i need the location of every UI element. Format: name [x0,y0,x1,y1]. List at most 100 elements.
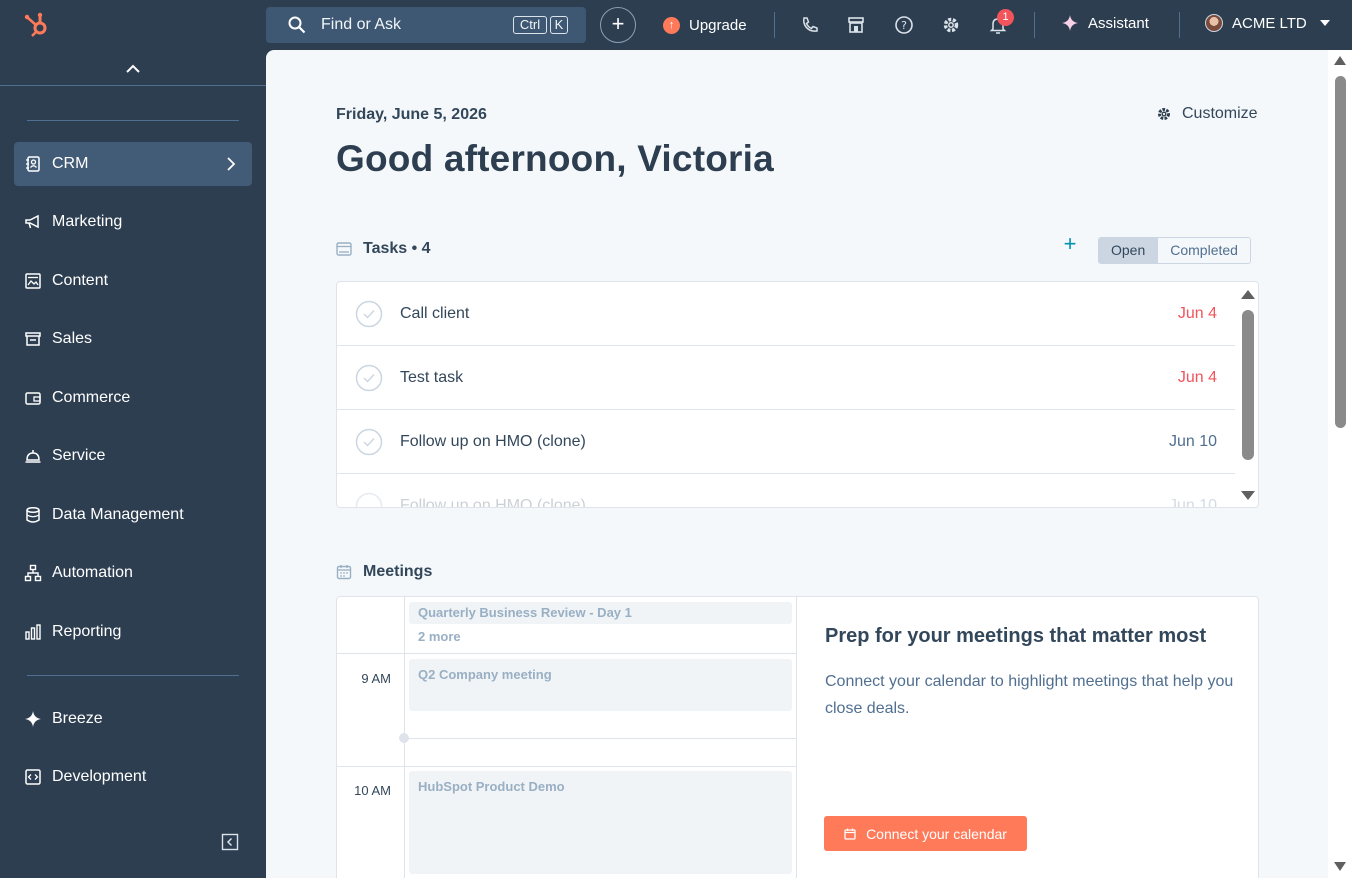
sidebar-item-development[interactable]: Development [14,755,252,799]
sidebar-item-automation[interactable]: Automation [14,551,252,595]
account-menu[interactable]: ACME LTD [1205,14,1330,32]
scrollbar-thumb[interactable] [1242,310,1254,460]
table-row[interactable]: Test task Jun 4 [337,346,1235,410]
task-due-date: Jun 10 [1168,433,1217,450]
task-due-date: Jun 4 [1177,305,1217,322]
sidebar-item-breeze[interactable]: Breeze [14,697,252,741]
scroll-up-arrow-icon[interactable] [1334,56,1346,65]
tasks-section-title: Tasks • 4 [336,240,431,258]
tasks-list: Call client Jun 4 Test task Jun 4 Follow… [336,281,1259,508]
sales-icon [25,332,41,346]
search-icon [288,16,306,34]
calendar-icon [844,828,856,840]
upgrade-button[interactable]: ↑ Upgrade [663,14,747,36]
collapse-sidebar-icon[interactable] [221,833,239,851]
sidebar-item-marketing[interactable]: Marketing [14,200,252,244]
calendar-event[interactable]: HubSpot Product Demo [409,771,792,874]
sidebar-item-label: Breeze [52,710,103,727]
wallet-icon [25,392,41,405]
complete-task-checkbox[interactable] [355,300,383,328]
task-name[interactable]: Call client [400,305,469,323]
time-marker [399,733,409,743]
settings-gear-icon [1158,108,1170,120]
create-new-button[interactable]: + [600,7,636,43]
megaphone-icon [25,214,39,229]
chevron-up-icon[interactable] [124,60,142,78]
sidebar-item-content[interactable]: Content [14,259,252,303]
chevron-right-icon [227,157,236,171]
divider [27,120,239,121]
top-navigation-bar: Find or Ask Ctrl K + ↑ Upgrade ? 1 Assis… [0,0,1352,50]
workflow-icon [24,564,42,582]
sparkle-icon [1062,15,1078,31]
search-placeholder: Find or Ask [321,16,402,33]
divider [1034,12,1035,38]
page-title: Good afternoon, Victoria [336,138,774,179]
sidebar-item-commerce[interactable]: Commerce [14,376,252,420]
marketplace-icon[interactable] [846,15,866,35]
connect-calendar-button[interactable]: Connect your calendar [824,816,1027,851]
more-events-link[interactable]: 2 more [418,629,461,644]
sidebar-item-label: Service [52,447,106,464]
sidebar-item-crm[interactable]: CRM [14,142,252,186]
prep-title: Prep for your meetings that matter most [825,625,1207,647]
help-icon[interactable]: ? [894,15,914,35]
scroll-up-arrow-icon[interactable] [1241,290,1255,299]
tab-open[interactable]: Open [1099,238,1159,263]
tab-completed[interactable]: Completed [1158,238,1250,263]
settings-gear-icon[interactable] [941,15,961,35]
task-due-date: Jun 4 [1177,369,1217,386]
sidebar-item-label: Automation [52,564,133,581]
allday-event[interactable]: Quarterly Business Review - Day 1 [409,602,792,624]
hubspot-logo-icon[interactable] [22,10,52,40]
assistant-button[interactable]: Assistant [1061,14,1149,32]
divider [337,653,797,654]
connect-calendar-label: Connect your calendar [866,825,1007,842]
complete-task-checkbox[interactable] [355,428,383,456]
sidebar-item-reporting[interactable]: Reporting [14,610,252,654]
sidebar-item-data-management[interactable]: Data Management [14,493,252,537]
upgrade-arrow-icon: ↑ [663,16,680,34]
assistant-label: Assistant [1088,14,1149,32]
time-label: 10 AM [354,783,391,798]
divider [1179,12,1180,38]
meetings-title: Meetings [363,563,433,580]
database-icon [26,506,40,523]
calendar-day-view: Quarterly Business Review - Day 1 2 more… [337,597,797,878]
code-icon [25,769,41,785]
sidebar-item-label: Content [52,272,109,289]
table-row[interactable]: Call client Jun 4 [337,282,1235,346]
sidebar-item-service[interactable]: Service [14,434,252,478]
customize-button[interactable]: Customize [1156,105,1258,123]
notification-count-badge: 1 [997,9,1014,26]
tasks-title: Tasks • 4 [363,240,431,257]
task-name[interactable]: Follow up on HMO (clone) [400,497,586,507]
scrollbar-thumb[interactable] [1335,76,1346,428]
meetings-section-title: Meetings [336,563,432,581]
complete-task-checkbox[interactable] [355,364,383,392]
table-row[interactable]: Follow up on HMO (clone) Jun 10 [337,410,1235,474]
upgrade-label: Upgrade [689,16,747,34]
search-bar[interactable]: Find or Ask Ctrl K [266,7,586,43]
divider [337,766,797,767]
complete-task-checkbox[interactable] [355,492,383,508]
sidebar-item-sales[interactable]: Sales [14,317,252,361]
task-name[interactable]: Test task [400,369,463,387]
divider [404,738,797,739]
sidebar-item-label: Reporting [52,623,122,640]
scroll-down-arrow-icon[interactable] [1334,862,1346,871]
shortcut-k-key: K [550,16,568,34]
add-task-button[interactable]: + [1062,233,1078,255]
page-scrollbar[interactable] [1328,50,1352,878]
sidebar-item-label: Development [52,768,147,785]
task-name[interactable]: Follow up on HMO (clone) [400,433,586,451]
divider [0,85,266,86]
scroll-down-arrow-icon[interactable] [1241,491,1255,500]
chevron-down-icon [1319,20,1330,26]
tasks-scrollbar[interactable] [1237,282,1258,507]
divider [774,12,775,38]
calendar-event[interactable]: Q2 Company meeting [409,659,792,711]
bell-service-icon [25,450,41,463]
phone-icon[interactable] [800,15,820,35]
table-row[interactable]: Follow up on HMO (clone) Jun 10 [337,474,1235,508]
